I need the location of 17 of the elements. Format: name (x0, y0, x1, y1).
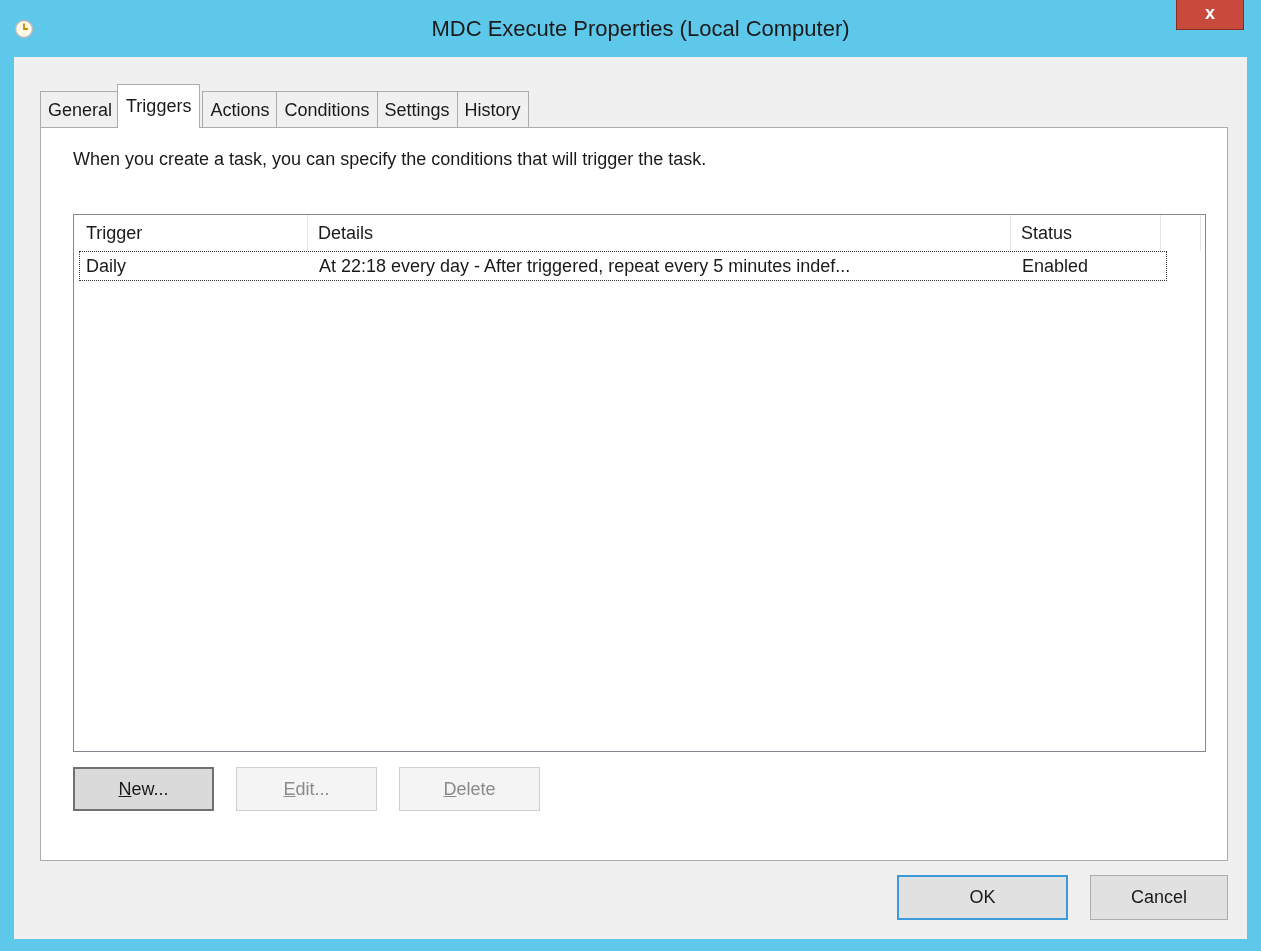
table-cell-text: Enabled (1021, 255, 1090, 277)
table-cell-text: At 22:18 every day - After triggered, repeat every 5 minutes indef... (318, 255, 852, 277)
tab[interactable]: History (456, 91, 529, 128)
description-text: When you create a task, you can specify the conditions that will trigger the task. (73, 149, 708, 170)
clock-icon (14, 18, 34, 39)
table-row[interactable]: Daily At 22:18 every day - After triggered, repeat every 5 minutes indef... Enabled (79, 251, 1167, 281)
column-header[interactable]: Trigger (74, 215, 308, 251)
tab[interactable]: Triggers (117, 84, 201, 128)
close-button[interactable]: x (1176, 0, 1244, 30)
column-header[interactable]: Details (308, 215, 1011, 251)
window-title: MDC Execute Properties (Local Computer) (430, 15, 851, 42)
dialog-button[interactable]: Cancel (1090, 875, 1228, 920)
push-button[interactable]: New... (73, 767, 214, 811)
column-header[interactable]: Status (1011, 215, 1161, 251)
tab[interactable]: Actions (202, 91, 278, 128)
dialog-button[interactable]: OK (897, 875, 1068, 920)
table-cell-text: Daily (85, 255, 127, 277)
